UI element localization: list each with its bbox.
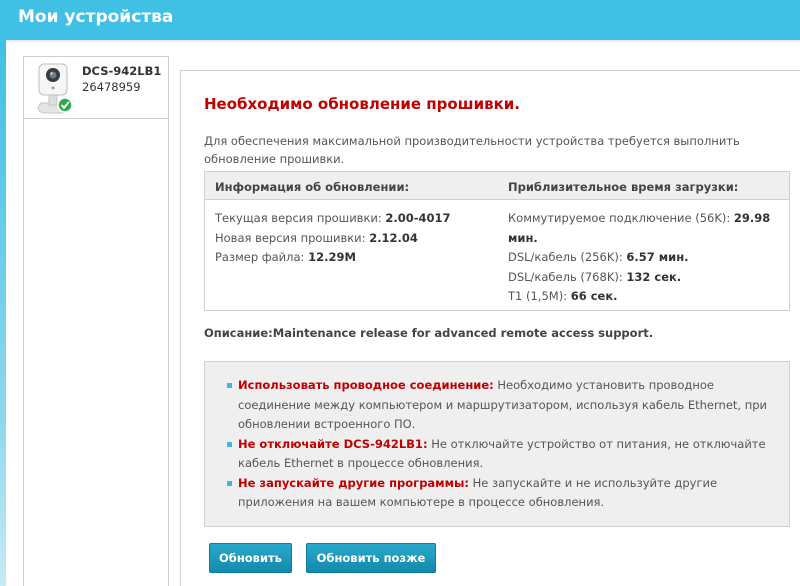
update-intro: Для обеспечения максимальной производите…	[204, 134, 740, 166]
release-description: Описание:Maintenance release for advance…	[204, 326, 654, 340]
current-version-row: Текущая версия прошивки: 2.00-4017	[215, 211, 451, 225]
dsl256-row: DSL/кабель (256K): 6.57 мин.	[508, 250, 689, 264]
bullet-icon	[227, 383, 232, 388]
t1-row: T1 (1,5M): 66 сек.	[508, 289, 618, 303]
download-time-column: Коммутируемое подключение (56K): 29.98 м…	[508, 209, 788, 307]
new-version-row: Новая версия прошивки: 2.12.04	[215, 230, 418, 245]
bullet-icon	[227, 441, 232, 447]
update-notice-box: Использовать проводное соединение: Необх…	[204, 361, 790, 527]
update-heading: Необходимо обновление прошивки.	[204, 95, 520, 113]
device-serial: 26478959	[82, 80, 141, 94]
t1-value: 66 сек.	[570, 289, 618, 303]
top-bar: Мои устройства	[0, 0, 800, 40]
file-size-row: Размер файла: 12.29M	[215, 250, 356, 264]
notice-list: Использовать проводное соединение: Необх…	[227, 376, 787, 513]
page-title: Мои устройства	[18, 7, 174, 27]
new-version-value: 2.12.04	[369, 230, 418, 245]
check-badge-icon	[57, 97, 73, 113]
update-button[interactable]: Обновить	[209, 543, 292, 573]
bullet-icon	[227, 480, 232, 486]
update-later-button[interactable]: Обновить позже	[306, 543, 436, 573]
update-info-column: Текущая версия прошивки: 2.00-4017 Новая…	[215, 209, 495, 268]
dialup-row: Коммутируемое подключение (56K): 29.98 м…	[508, 211, 771, 245]
camera-icon	[37, 63, 73, 114]
info-table-header: Информация об обновлении: Приблизительно…	[205, 172, 789, 200]
device-list-item[interactable]: DCS-942LB1 26478959	[24, 57, 168, 119]
dsl768-value: 132 сек.	[626, 269, 682, 284]
notice-item-power: Не отключайте DCS-942LB1: Не отключайте …	[227, 435, 787, 474]
current-version-value: 2.00-4017	[385, 211, 451, 225]
update-info-table: Информация об обновлении: Приблизительно…	[204, 171, 790, 311]
device-name: DCS-942LB1	[82, 64, 162, 78]
firmware-update-panel: Необходимо обновление прошивки. Для обес…	[180, 70, 800, 586]
file-size-value: 12.29M	[308, 250, 356, 264]
dsl256-value: 6.57 мин.	[626, 250, 689, 264]
download-time-header: Приблизительное время загрузки:	[508, 180, 739, 194]
update-info-header: Информация об обновлении:	[215, 180, 410, 194]
device-list: DCS-942LB1 26478959	[23, 56, 169, 586]
notice-item-programs: Не запускайте другие программы: Не запус…	[227, 474, 787, 513]
notice-item-wired: Использовать проводное соединение: Необх…	[227, 376, 787, 435]
dsl768-row: DSL/кабель (768K): 132 сек.	[508, 269, 682, 284]
